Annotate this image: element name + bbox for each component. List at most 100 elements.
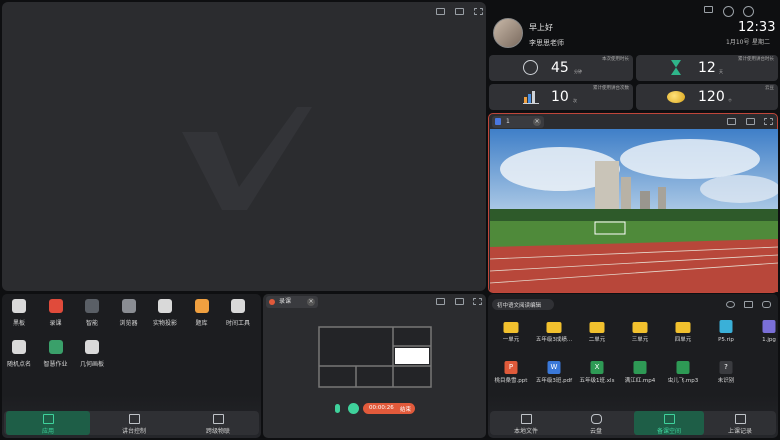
- cast-icon[interactable]: [436, 8, 445, 15]
- record-timer-bar[interactable]: 00:00:26 结束: [363, 403, 415, 414]
- stat-unit: 次: [573, 98, 577, 103]
- app-tile[interactable]: 随机点名: [4, 340, 34, 368]
- file-item[interactable]: W 五年级3班.pdf: [536, 361, 572, 395]
- stat-card-count: 10 次 累计使用讲台次数: [489, 84, 633, 110]
- app-tile[interactable]: 实物投影: [150, 299, 180, 327]
- nav-lesson-prep[interactable]: 备课空间: [634, 411, 704, 435]
- close-icon[interactable]: ×: [307, 298, 315, 306]
- app-label: 浏览器: [119, 320, 138, 327]
- file-item[interactable]: 二单元: [582, 320, 612, 354]
- stat-unit: 天: [719, 69, 723, 74]
- archive-icon: [719, 320, 733, 333]
- watermark-logo: [182, 107, 312, 210]
- app-tile[interactable]: 黑板: [4, 299, 34, 327]
- viewer-tab-title: 1: [506, 118, 510, 125]
- file-name: 桃目桑雪.ppt: [494, 378, 528, 384]
- app-tile[interactable]: 录课: [41, 299, 71, 327]
- sliders-icon: [128, 414, 140, 424]
- app-tile[interactable]: 几何画板: [77, 340, 107, 368]
- nav-podium-control[interactable]: 讲台控制: [92, 411, 176, 435]
- app-label: 随机点名: [6, 361, 31, 368]
- stat-value: 12: [698, 60, 716, 76]
- recorder-panel: 录课 × 00:00:26 结束: [263, 294, 486, 438]
- file-name: 五年级3班.pdf: [535, 378, 573, 384]
- nav-cloud-drive[interactable]: 云盘: [562, 411, 630, 435]
- clock-time: 12:33: [738, 20, 776, 35]
- file-name: 二单元: [588, 337, 606, 343]
- fullscreen-icon[interactable]: [474, 8, 483, 15]
- file-name: 未识别: [717, 378, 735, 384]
- app-tile[interactable]: 时间工具: [223, 299, 253, 327]
- app-tile[interactable]: 智能: [77, 299, 107, 327]
- file-item[interactable]: 四单元: [668, 320, 698, 354]
- grid-view-icon[interactable]: [744, 301, 753, 308]
- screen-share-icon[interactable]: [723, 6, 734, 17]
- image-viewer-panel: 1 ×: [488, 113, 778, 293]
- nav-class-records[interactable]: 上课记录: [706, 411, 774, 435]
- profile-area: 早上好 李思思老师 12:33 1月10号 星期二: [488, 2, 778, 52]
- cast-icon[interactable]: [436, 298, 445, 305]
- fullscreen-icon[interactable]: [764, 118, 773, 125]
- clock-date: 1月10号: [726, 39, 750, 46]
- stat-unit: 分钟: [574, 69, 582, 74]
- clock-weekday: 星期二: [752, 39, 771, 46]
- app-tile[interactable]: 题库: [187, 299, 217, 327]
- app-icon: [12, 340, 26, 354]
- file-name: P5.rip: [718, 337, 734, 343]
- popout-icon[interactable]: [455, 298, 464, 305]
- end-recording-button[interactable]: 结束: [400, 405, 411, 413]
- record-timer: 00:00:26: [369, 405, 394, 411]
- file-item[interactable]: 满江红.mp4: [625, 361, 655, 395]
- file-item[interactable]: P 桃目桑雪.ppt: [495, 361, 527, 395]
- app-label: 智慧作业: [43, 361, 68, 368]
- power-icon[interactable]: [743, 6, 754, 17]
- nav-apps[interactable]: 应用: [6, 411, 90, 435]
- folder-icon: [589, 322, 605, 333]
- app-tile[interactable]: 浏览器: [114, 299, 144, 327]
- ppt-icon: P: [504, 361, 518, 374]
- layout-preview[interactable]: [318, 326, 432, 388]
- nav-local-files[interactable]: 本地文件: [492, 411, 560, 435]
- file-item[interactable]: 虫儿飞.mp3: [668, 361, 698, 395]
- stat-value: 45: [551, 60, 569, 76]
- file-item[interactable]: 三单元: [625, 320, 655, 354]
- bar-chart-icon: [523, 91, 539, 104]
- recorder-tab[interactable]: 录课 ×: [266, 296, 318, 308]
- pause-button[interactable]: [348, 403, 359, 414]
- app-label: 黑板: [12, 320, 25, 327]
- file-name: 虫儿飞.mp3: [667, 378, 699, 384]
- campus-photo: [490, 129, 778, 292]
- fullscreen-icon[interactable]: [473, 298, 482, 305]
- file-item[interactable]: ? 未识别: [711, 361, 741, 395]
- search-icon[interactable]: [726, 301, 735, 308]
- file-item[interactable]: 一单元: [496, 320, 526, 354]
- stat-value: 120: [698, 89, 725, 105]
- folder-selector-label: 初中语文阅读编辑: [497, 303, 542, 309]
- greeting: 早上好: [529, 23, 553, 32]
- app-tile[interactable]: 智慧作业: [41, 340, 71, 368]
- file-item[interactable]: 五年级3成绩...: [536, 320, 572, 354]
- avatar[interactable]: [493, 18, 523, 48]
- record-icon: [269, 299, 275, 305]
- popout-icon[interactable]: [455, 8, 464, 15]
- close-icon[interactable]: ×: [533, 118, 541, 126]
- nav-iot[interactable]: 跨级物联: [178, 411, 258, 435]
- popout-icon[interactable]: [746, 118, 755, 125]
- image-icon: [762, 320, 776, 333]
- main-screen-panel: [2, 2, 486, 291]
- monitor-icon[interactable]: [704, 6, 713, 13]
- file-item[interactable]: P5.rip: [711, 320, 741, 354]
- file-item[interactable]: X 五年级1班.xls: [580, 361, 614, 395]
- app-label: 实物投影: [152, 320, 177, 327]
- coins-icon: [667, 91, 685, 103]
- more-icon[interactable]: [762, 301, 771, 308]
- nav-label: 云盘: [589, 428, 602, 435]
- cast-icon[interactable]: [727, 118, 736, 125]
- folder-icon: [632, 322, 648, 333]
- viewer-tab[interactable]: 1 ×: [492, 116, 544, 128]
- stat-label: 累计使用讲台次数: [593, 86, 629, 91]
- microphone-icon[interactable]: [335, 404, 340, 413]
- file-item[interactable]: 1.jpg: [754, 320, 780, 354]
- stat-label: 云豆: [765, 86, 774, 91]
- folder-selector[interactable]: 初中语文阅读编辑: [492, 299, 554, 310]
